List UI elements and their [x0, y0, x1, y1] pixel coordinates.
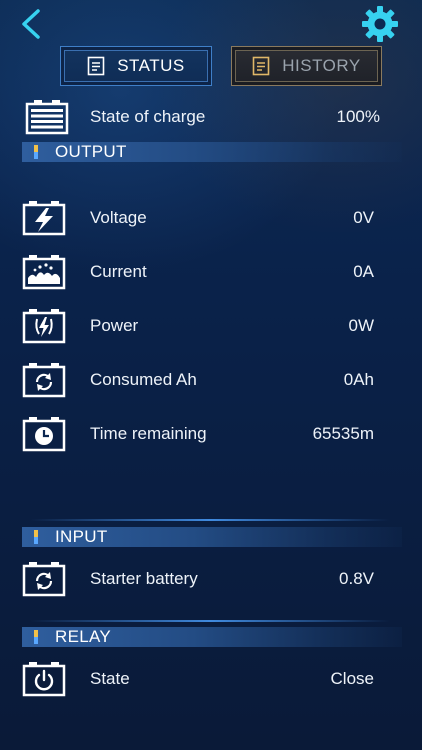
state-of-charge-row: State of charge 100%: [0, 94, 422, 140]
relay-state-value: Close: [330, 669, 374, 688]
tab-history[interactable]: HISTORY: [231, 46, 382, 86]
relay-state-label: State: [90, 669, 130, 688]
time-remaining-row: Time remaining 65535m: [0, 411, 422, 457]
time-remaining-label: Time remaining: [90, 424, 207, 443]
voltage-value: 0V: [353, 208, 374, 227]
divider: [30, 519, 390, 521]
section-marker: [34, 530, 38, 544]
battery-cycle-icon: [22, 363, 66, 398]
voltage-row: Voltage 0V: [0, 195, 422, 241]
power-row: Power 0W: [0, 303, 422, 349]
voltage-label: Voltage: [90, 208, 147, 227]
starter-battery-label: Starter battery: [90, 569, 198, 588]
back-button[interactable]: [14, 6, 50, 42]
battery-full-icon: [25, 100, 69, 135]
consumed-ah-value: 0Ah: [343, 370, 374, 389]
starter-battery-value: 0.8V: [339, 569, 374, 588]
divider: [30, 620, 390, 622]
time-remaining-value: 65535m: [312, 424, 374, 443]
input-section-header: INPUT: [22, 527, 402, 547]
consumed-ah-row: Consumed Ah 0Ah: [0, 357, 422, 403]
tab-status-label: STATUS: [117, 56, 185, 75]
tab-history-label: HISTORY: [282, 56, 361, 75]
battery-current-icon: [22, 255, 66, 290]
power-label: Power: [90, 316, 139, 335]
current-row: Current 0A: [0, 249, 422, 295]
starter-battery-row: Starter battery 0.8V: [0, 556, 422, 602]
battery-clock-icon: [22, 417, 66, 452]
relay-state-row: State Close: [0, 656, 422, 702]
gear-icon: [362, 6, 398, 42]
relay-section-header: RELAY: [22, 627, 402, 647]
consumed-ah-label: Consumed Ah: [90, 370, 197, 389]
power-value: 0W: [348, 316, 375, 335]
current-label: Current: [90, 262, 147, 281]
section-marker: [34, 630, 38, 644]
output-section-title: OUTPUT: [55, 142, 127, 161]
chevron-left-icon: [22, 9, 40, 39]
state-of-charge-value: 100%: [336, 107, 380, 126]
battery-cycle-icon: [22, 562, 66, 597]
tab-status[interactable]: STATUS: [60, 46, 212, 86]
battery-power-button-icon: [22, 662, 66, 697]
document-icon: [252, 56, 270, 76]
output-section-header: OUTPUT: [22, 142, 402, 162]
battery-bolt-icon: [22, 201, 66, 236]
current-value: 0A: [353, 262, 374, 281]
battery-power-icon: [22, 309, 66, 344]
state-of-charge-label: State of charge: [90, 107, 206, 126]
document-icon: [87, 56, 105, 76]
settings-button[interactable]: [360, 4, 400, 44]
relay-section-title: RELAY: [55, 627, 111, 646]
input-section-title: INPUT: [55, 527, 108, 546]
section-marker: [34, 145, 38, 159]
